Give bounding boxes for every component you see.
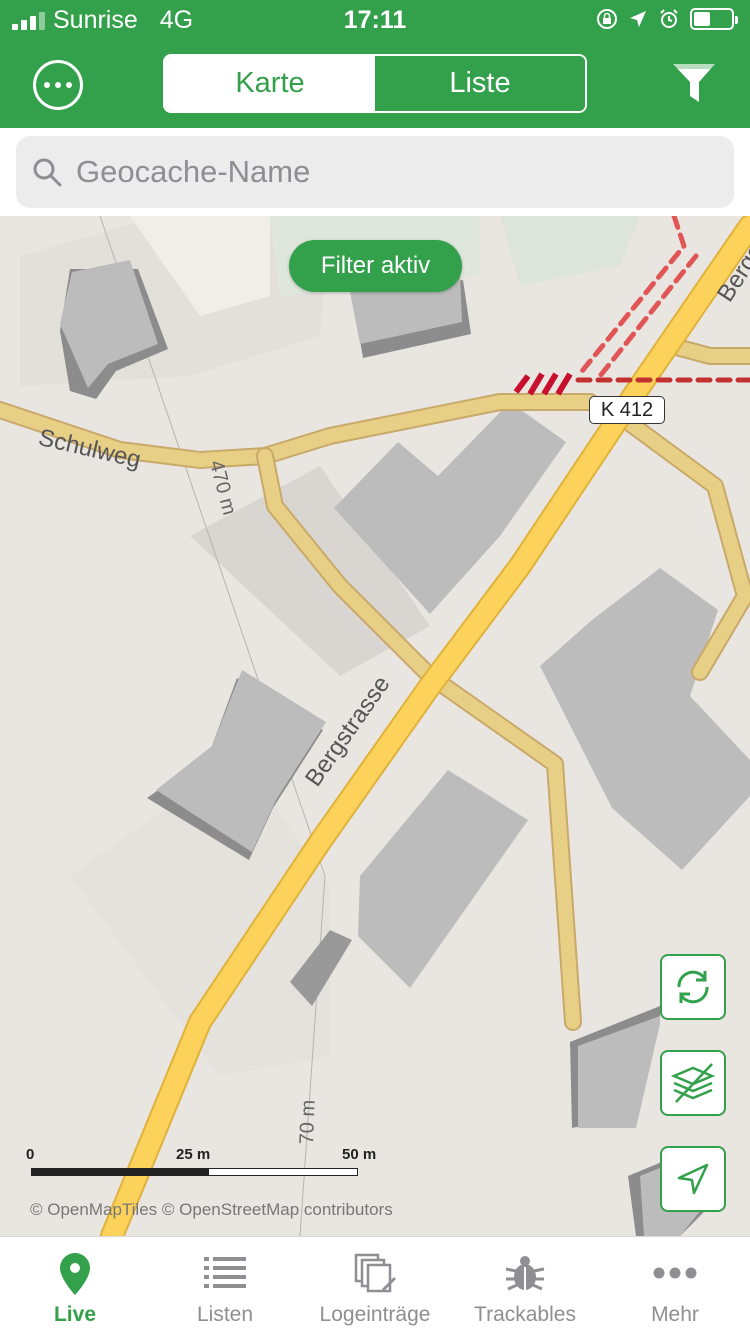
map-pin-icon — [60, 1253, 90, 1295]
map-attribution[interactable]: © OpenMapTiles © OpenStreetMap contribut… — [30, 1200, 393, 1220]
bug-icon — [505, 1256, 545, 1291]
map-view[interactable]: Schulweg Bergstrasse Bergs 470 m 70 m K … — [0, 216, 750, 1236]
tab-label-listen: Listen — [196, 1303, 254, 1326]
status-icons — [596, 8, 738, 30]
alarm-icon — [660, 9, 678, 28]
funnel-icon[interactable] — [671, 62, 717, 106]
scale-segment-light — [208, 1168, 358, 1176]
tab-listen[interactable]: Listen — [150, 1237, 300, 1334]
more-menu-button[interactable] — [33, 60, 83, 110]
tab-logeintraege[interactable]: Logeinträge — [300, 1237, 450, 1334]
status-bar: Sunrise 4G 17:11 — [0, 0, 750, 40]
tab-live[interactable]: Live — [0, 1237, 150, 1334]
tab-bar: Live Listen Logeinträge Trackables Mehr — [0, 1236, 750, 1334]
list-icon — [204, 1257, 246, 1288]
scale-label-50: 50 m — [342, 1146, 377, 1163]
map-canvas — [0, 216, 750, 1236]
refresh-icon — [677, 970, 709, 1004]
nav-header: Sunrise 4G 17:11 Karte Liste — [0, 0, 750, 128]
tab-label-mehr: Mehr — [651, 1303, 699, 1326]
scale-segment-dark — [31, 1168, 209, 1176]
search-section — [0, 128, 750, 217]
logs-icon — [354, 1253, 396, 1293]
search-input[interactable] — [74, 153, 678, 191]
view-mode-segmented-control: Karte Liste — [163, 54, 587, 113]
segment-liste[interactable]: Liste — [375, 56, 585, 111]
tab-label-live: Live — [53, 1303, 97, 1326]
layers-icon — [670, 1063, 716, 1103]
my-location-button[interactable] — [660, 1146, 726, 1212]
ellipsis-icon — [653, 1267, 697, 1279]
tab-mehr[interactable]: Mehr — [600, 1237, 750, 1334]
contour-label-70: 70 m — [296, 1099, 320, 1145]
road-shield-k412: K 412 — [589, 396, 665, 424]
segment-karte[interactable]: Karte — [165, 56, 375, 111]
tab-label-trackables: Trackables — [474, 1303, 576, 1326]
map-layers-button[interactable] — [660, 1050, 726, 1116]
tab-trackables[interactable]: Trackables — [450, 1237, 600, 1334]
refresh-button[interactable] — [660, 954, 726, 1020]
tab-label-logeintraege: Logeinträge — [319, 1303, 431, 1326]
scale-label-0: 0 — [26, 1146, 35, 1163]
scale-bar: 0 25 m 50 m — [26, 1146, 386, 1186]
scale-label-25: 25 m — [176, 1146, 211, 1163]
filter-active-badge[interactable]: Filter aktiv — [289, 240, 462, 292]
orientation-lock-icon — [597, 9, 617, 29]
location-arrow-icon — [677, 1163, 709, 1195]
magnifier-icon — [33, 158, 62, 187]
location-arrow-status-icon — [630, 11, 646, 27]
search-bar[interactable] — [16, 136, 734, 208]
battery-icon — [690, 8, 738, 30]
